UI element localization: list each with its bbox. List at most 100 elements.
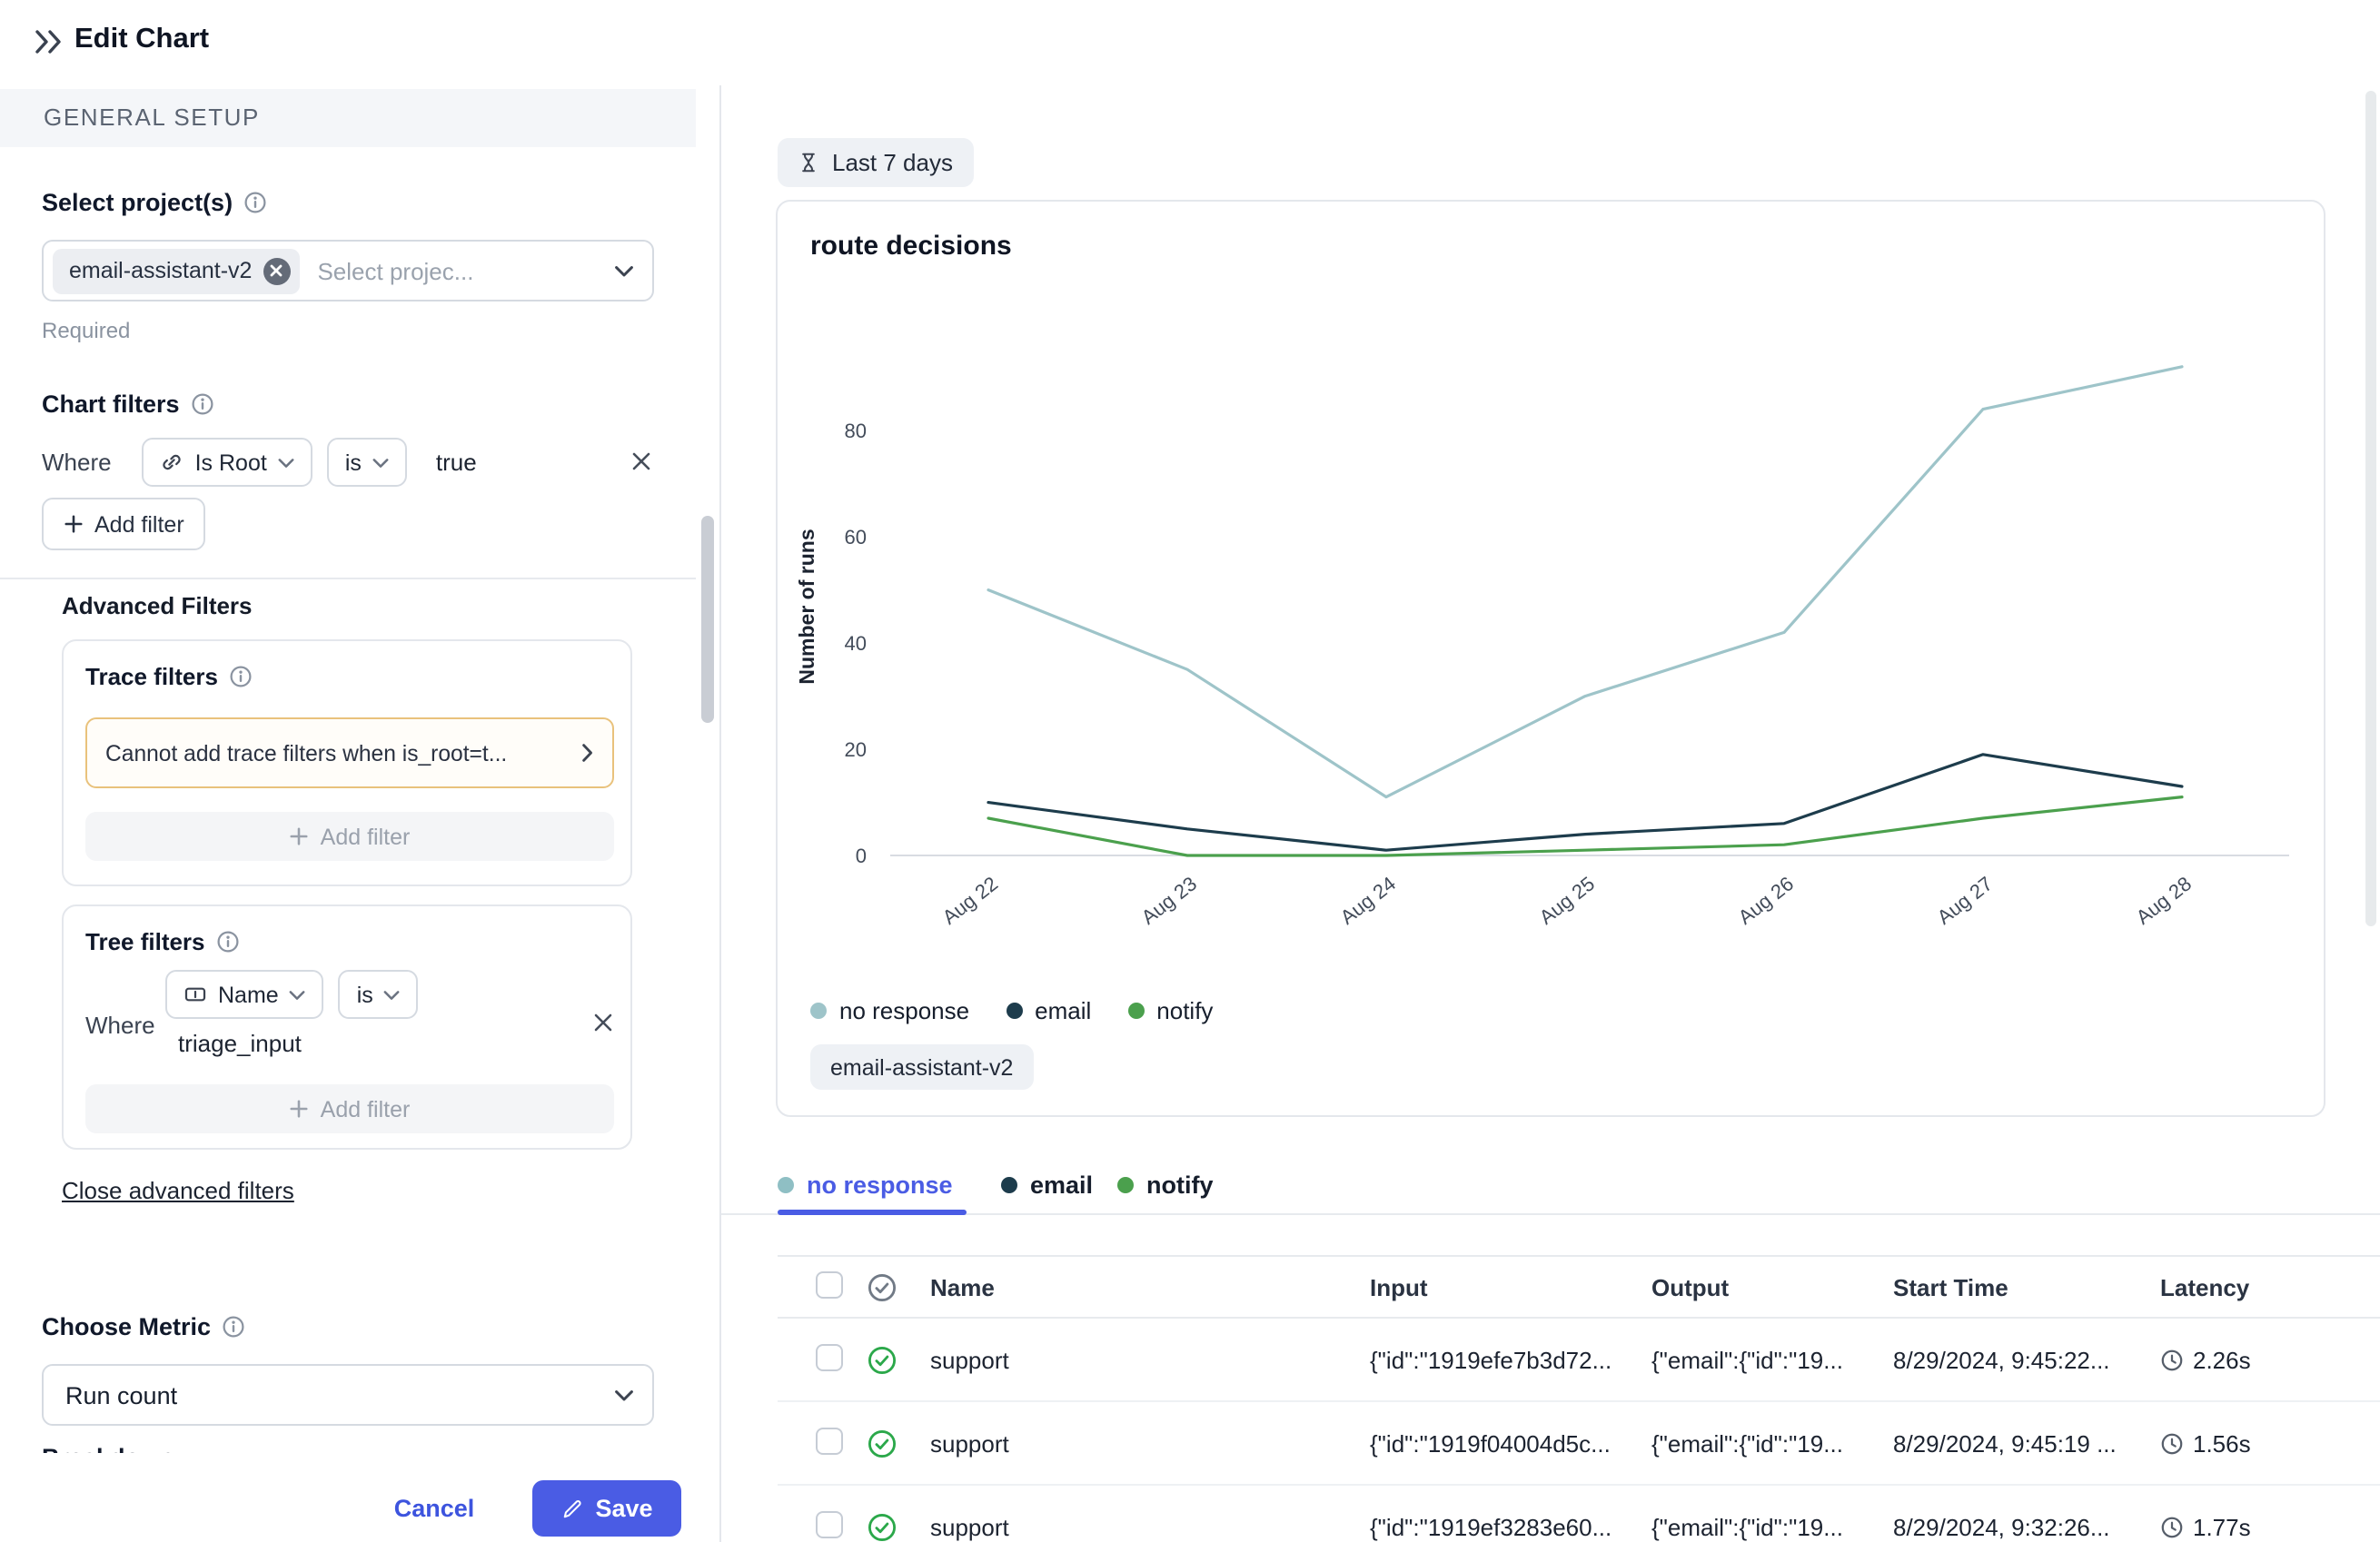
remove-filter-icon[interactable] [630,450,652,472]
tree-filter-field-value: Name [218,982,279,1007]
tab-notify[interactable]: notify [1117,1155,1214,1213]
tree-filter-value[interactable]: triage_input [178,1030,302,1057]
svg-text:0: 0 [856,845,867,867]
add-trace-filter-button[interactable]: Add filter [85,812,614,861]
success-circle-check-icon [867,1344,897,1375]
row-checkbox[interactable] [816,1510,843,1537]
col-latency[interactable]: Latency [2160,1273,2249,1300]
tab-label: no response [807,1171,953,1198]
tab-email[interactable]: email [1001,1155,1093,1213]
trace-filters-card: Trace filters Cannot add trace filters w… [62,639,632,886]
chart-card: route decisions 020406080Aug 22Aug 23Aug… [776,200,2325,1117]
time-range-label: Last 7 days [832,149,953,176]
chart-preview-panel: Last 7 days route decisions 020406080Aug… [721,85,2380,1542]
chevron-down-icon [372,457,389,468]
col-input[interactable]: Input [1370,1273,1428,1300]
section-title: GENERAL SETUP [0,89,696,147]
tab-no-response[interactable]: no response [778,1155,953,1213]
close-advanced-filters-link[interactable]: Close advanced filters [62,1177,294,1204]
legend-label: email [1035,997,1091,1024]
info-icon[interactable] [243,191,267,214]
add-filter-label: Add filter [321,824,411,849]
legend-item[interactable]: no response [810,997,969,1024]
save-button[interactable]: Save [532,1480,681,1537]
latency-value: 1.77s [2193,1513,2251,1540]
filter-value[interactable]: true [436,449,477,476]
row-checkbox[interactable] [816,1343,843,1370]
edit-chart-screen: Edit Chart GENERAL SETUP Select project(… [0,0,2380,1542]
runs-table: Name Input Output Start Time Latency sup… [778,1255,2380,1542]
run-start-time: 8/29/2024, 9:32:26... [1893,1513,2110,1540]
svg-text:Aug 26: Aug 26 [1734,872,1798,929]
col-name[interactable]: Name [930,1273,995,1300]
filter-field-dropdown[interactable]: Is Root [143,438,312,487]
cancel-button[interactable]: Cancel [380,1480,489,1537]
chart-legend: no response email notify [810,997,1213,1024]
clock-icon [2160,1515,2184,1538]
general-setup-panel: GENERAL SETUP Select project(s) email-as… [0,85,721,1542]
line-chart: 020406080Aug 22Aug 23Aug 24Aug 25Aug 26A… [778,274,2327,983]
chevron-right-icon [581,743,594,763]
project-tag: email-assistant-v2 [53,248,299,293]
legend-item[interactable]: notify [1127,997,1213,1024]
run-latency: 1.56s [2160,1429,2251,1457]
row-checkbox[interactable] [816,1427,843,1454]
plus-icon [290,826,310,846]
series-tabs: no response email notify [721,1155,2380,1215]
tree-filters-label: Tree filters [85,928,205,955]
run-start-time: 8/29/2024, 9:45:22... [1893,1346,2110,1373]
run-latency: 2.26s [2160,1346,2251,1373]
sidebar-footer: Cancel Save [0,1453,719,1542]
trace-filters-label: Trace filters [85,663,218,690]
info-icon[interactable] [191,392,214,416]
info-icon[interactable] [222,1315,245,1339]
info-icon[interactable] [229,665,253,688]
add-tree-filter-button[interactable]: Add filter [85,1084,614,1133]
chevron-down-icon [290,989,306,1000]
project-select[interactable]: email-assistant-v2 Select projec... [42,240,654,301]
filter-operator-dropdown[interactable]: is [327,438,407,487]
field-icon [183,983,207,1006]
tree-filter-operator-dropdown[interactable]: is [339,970,419,1019]
active-tab-underline [778,1210,967,1214]
choose-metric-label: Choose Metric [42,1313,211,1340]
col-output[interactable]: Output [1651,1273,1729,1300]
filter-field-value: Is Root [195,450,267,475]
run-input: {"id":"1919f04004d5c... [1370,1429,1611,1457]
success-circle-check-icon [867,1511,897,1542]
table-row[interactable]: support {"id":"1919ef3283e60... {"email"… [778,1486,2380,1542]
add-filter-label: Add filter [321,1096,411,1122]
sidebar-scrollbar[interactable] [701,516,714,723]
run-input: {"id":"1919efe7b3d72... [1370,1346,1611,1373]
required-note: Required [42,318,130,343]
where-label: Where [85,1012,155,1039]
tree-filter-field-dropdown[interactable]: Name [165,970,324,1019]
svg-text:20: 20 [845,738,867,761]
tab-dot [778,1176,794,1192]
svg-text:Aug 24: Aug 24 [1336,872,1400,929]
col-start-time[interactable]: Start Time [1893,1273,2008,1300]
chevron-down-icon [278,457,294,468]
time-range-chip[interactable]: Last 7 days [778,138,973,187]
remove-tree-filter-icon[interactable] [592,1012,614,1033]
run-output: {"email":{"id":"19... [1651,1513,1843,1540]
table-row[interactable]: support {"id":"1919f04004d5c... {"email"… [778,1402,2380,1486]
add-chart-filter-button[interactable]: Add filter [42,498,206,550]
latency-value: 1.56s [2193,1429,2251,1457]
run-output: {"email":{"id":"19... [1651,1346,1843,1373]
legend-item[interactable]: email [1006,997,1091,1024]
double-chevron-right-icon[interactable] [33,27,65,56]
warning-text: Cannot add trace filters when is_root=t.… [105,740,581,766]
metric-select[interactable]: Run count [42,1364,654,1426]
clock-icon [2160,1348,2184,1371]
main-scrollbar[interactable] [2365,91,2376,926]
run-input: {"id":"1919ef3283e60... [1370,1513,1611,1540]
link-icon [161,450,184,474]
metric-value: Run count [65,1381,177,1409]
remove-project-icon[interactable] [263,257,290,284]
tree-filters-card: Tree filters Where Name is [62,904,632,1150]
select-all-checkbox[interactable] [816,1270,843,1298]
info-icon[interactable] [216,930,240,954]
trace-filter-warning[interactable]: Cannot add trace filters when is_root=t.… [85,717,614,788]
table-row[interactable]: support {"id":"1919efe7b3d72... {"email"… [778,1319,2380,1402]
